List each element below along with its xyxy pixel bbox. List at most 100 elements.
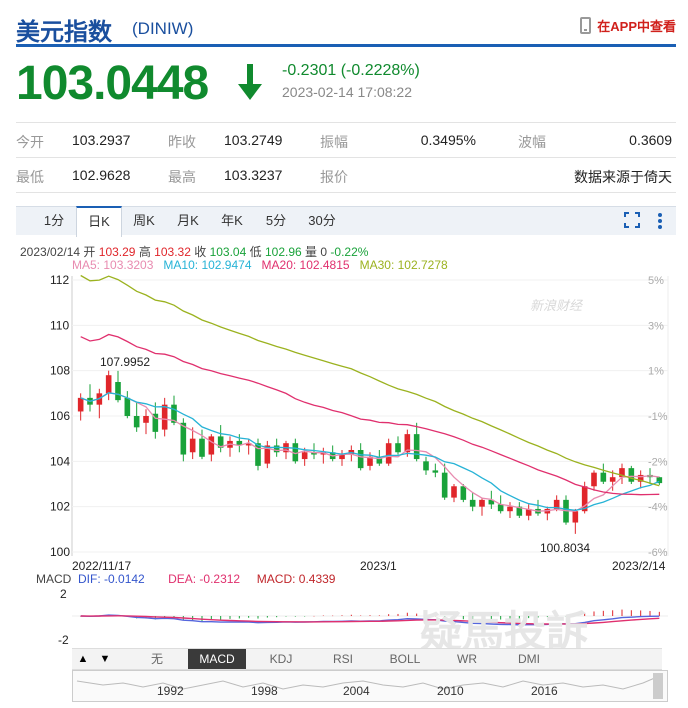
candle-body: [105, 375, 112, 394]
time-navigator[interactable]: 1992 1998 2004 2010 2016: [72, 670, 668, 702]
macd-bar: [602, 610, 604, 616]
candle-body: [479, 499, 485, 507]
indicator-boll[interactable]: BOLL: [376, 649, 434, 669]
macd-bar: [294, 616, 296, 617]
quote-time: 2023-02-14 17:08:22: [282, 84, 412, 100]
prev-close-value: 103.2749: [224, 132, 283, 148]
macd-bar: [248, 616, 250, 618]
open-label: 今开: [16, 134, 44, 150]
tab-monthly[interactable]: 月K: [168, 207, 208, 235]
macd-bar: [285, 616, 287, 617]
candle-body: [413, 434, 420, 460]
fullscreen-icon[interactable]: [624, 212, 640, 228]
more-icon[interactable]: [656, 212, 664, 230]
wave-label: 波幅: [518, 134, 546, 150]
scroll-up-icon[interactable]: ▲: [72, 649, 94, 669]
x-label-start: 2022/11/17: [72, 559, 131, 572]
macd-axis-bottom: -2: [58, 633, 69, 647]
tab-yearly[interactable]: 年K: [212, 207, 252, 235]
amplitude-label: 振幅: [320, 134, 348, 150]
macd-bar: [621, 609, 623, 616]
stats-table: 今开 103.2937 昨收 103.2749 振幅 0.3495% 波幅 0.…: [16, 122, 676, 193]
prev-close-label: 昨收: [168, 134, 196, 150]
macd-bar: [378, 615, 380, 616]
ma30-label: MA30: 102.7278: [359, 258, 448, 272]
down-arrow-icon: [238, 64, 262, 100]
candle-body: [124, 397, 131, 416]
report-label: 报价: [320, 169, 348, 185]
ma5-line: [80, 392, 660, 512]
ma20-label: MA20: 102.4815: [261, 258, 350, 272]
macd-title: MACD: [36, 572, 72, 586]
page-title: 美元指数: [16, 19, 112, 46]
candle-body: [451, 486, 457, 498]
macd-bar: [229, 616, 231, 619]
indicator-kdj[interactable]: KDJ: [252, 649, 310, 669]
price-change: -0.2301 (-0.2228%): [282, 62, 420, 79]
indicator-rsi[interactable]: RSI: [314, 649, 372, 669]
candle-body: [273, 445, 280, 453]
wave-value: 0.3609: [629, 132, 672, 148]
y-tick-pct: 3%: [648, 320, 664, 332]
macd-bar: [406, 612, 408, 616]
low-label: 最低: [16, 169, 44, 185]
x-label-end: 2023/2/14: [612, 559, 666, 572]
candle-body: [395, 443, 401, 453]
macd-bar: [266, 616, 268, 618]
max-annotation: 107.9952: [100, 355, 150, 369]
open-value: 103.2937: [72, 132, 131, 148]
indicator-dmi[interactable]: DMI: [500, 649, 558, 669]
candle-body: [199, 438, 205, 457]
info-low: 102.96: [264, 245, 302, 259]
ma20-line: [80, 333, 660, 496]
scroll-down-icon[interactable]: ▼: [94, 649, 116, 669]
y-tick-pct: 5%: [648, 275, 664, 287]
macd-bar: [350, 614, 352, 616]
tab-30min[interactable]: 30分: [300, 207, 344, 235]
watermark-sina: 新浪财经: [530, 298, 584, 313]
y-tick-label: 100: [50, 545, 70, 559]
ma5-label: MA5: 103.3203: [72, 258, 154, 272]
dif-label: DIF: -0.0142: [78, 572, 145, 586]
nav-year-2010: 2010: [437, 684, 464, 698]
macd-bar: [332, 615, 334, 617]
tab-daily[interactable]: 日K: [76, 206, 122, 237]
macd-bar: [257, 616, 259, 619]
navigator-handle[interactable]: [653, 673, 663, 699]
tab-weekly[interactable]: 周K: [124, 207, 164, 235]
x-label-mid: 2023/1: [360, 559, 397, 572]
nav-year-1998: 1998: [251, 684, 278, 698]
candle-body: [600, 472, 607, 482]
indicator-none[interactable]: 无: [128, 649, 186, 669]
tab-5min[interactable]: 5分: [256, 207, 296, 235]
macd-bar: [649, 610, 651, 616]
macd-bar: [388, 614, 390, 616]
candlestick-chart[interactable]: 112 5%110 3%108 1%106 -1%104 -2%102 -4%100 -6% …: [0, 272, 688, 572]
indicator-wr[interactable]: WR: [438, 649, 496, 669]
macd-bar: [304, 616, 306, 617]
macd-bar: [322, 615, 324, 617]
page-header: 美元指数 (DINIW) 在APP中查看: [16, 6, 676, 47]
candle-body: [591, 472, 597, 487]
candle-body: [208, 436, 215, 455]
phone-icon: [580, 17, 592, 34]
y-tick-pct: -6%: [648, 547, 668, 559]
open-in-app-link[interactable]: 在APP中查看: [580, 16, 676, 35]
y-tick-label: 112: [50, 273, 69, 287]
candle-body: [628, 468, 635, 482]
candle-body: [301, 452, 308, 460]
candle-body: [572, 511, 579, 523]
macd-bar: [640, 610, 642, 616]
macd-bar: [341, 615, 343, 616]
candle-body: [469, 499, 476, 507]
indicator-bar: ▲ ▼ 无 MACD KDJ RSI BOLL WR DMI: [72, 648, 662, 670]
candle-body: [507, 506, 513, 512]
macd-bar: [630, 610, 632, 616]
candle-body: [357, 450, 364, 469]
indicator-macd[interactable]: MACD: [188, 649, 246, 669]
min-annotation: 100.8034: [540, 541, 590, 555]
macd-bar: [416, 613, 418, 616]
macd-value: MACD: 0.4339: [256, 572, 336, 586]
tab-1min[interactable]: 1分: [34, 207, 74, 235]
macd-bar: [238, 616, 240, 619]
